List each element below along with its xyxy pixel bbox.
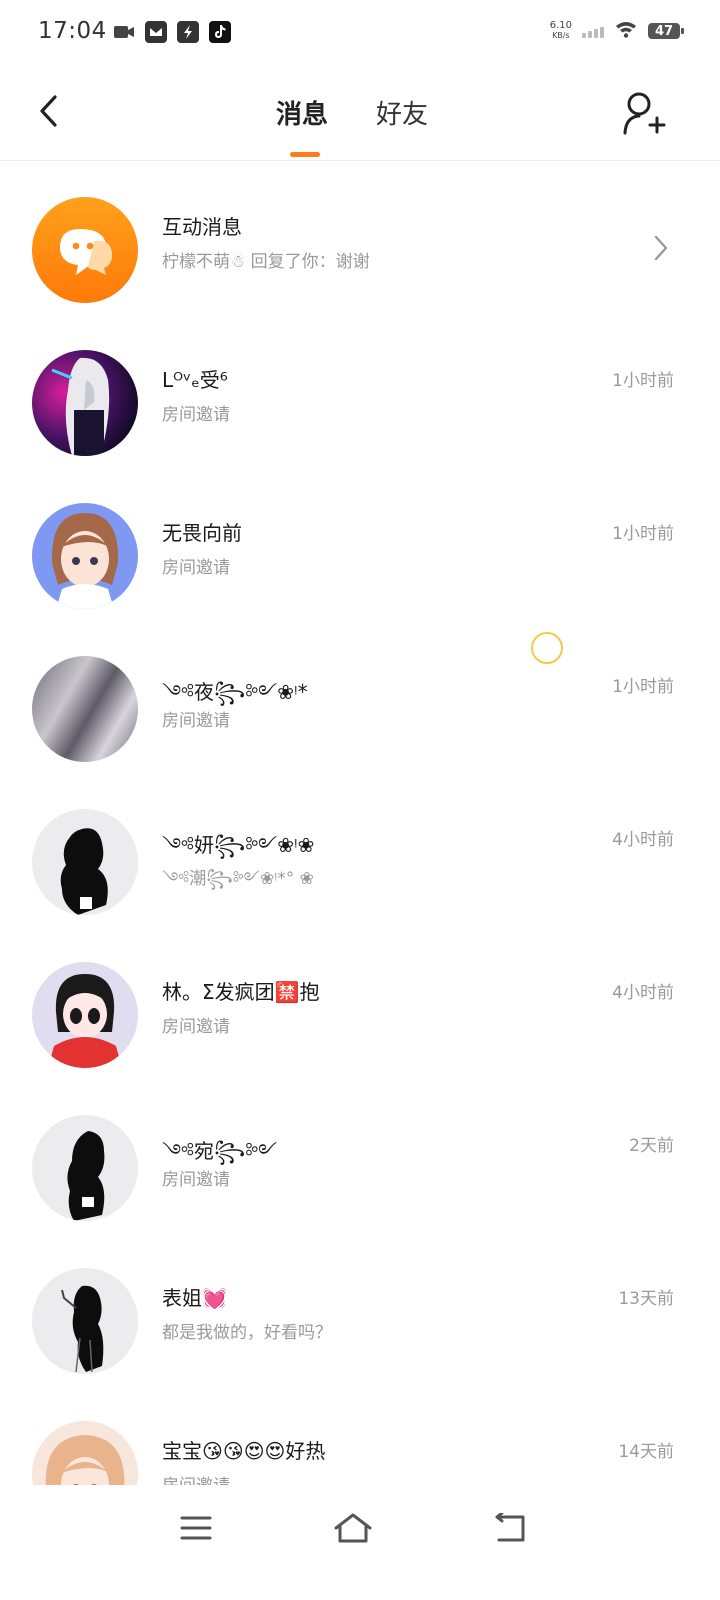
contact-name: Lᴼᵛₑ受⁶ (162, 368, 228, 392)
touch-indicator (531, 632, 563, 664)
avatar (32, 809, 138, 915)
contact-name: 表姐💓 (162, 1286, 227, 1310)
home-icon (334, 1513, 372, 1543)
avatar (32, 1115, 138, 1221)
battery-indicator: 47 (648, 23, 684, 39)
network-speed-value: 6.10 (549, 20, 572, 31)
contact-name: 互动消息 (162, 215, 242, 239)
list-item[interactable]: Lᴼᵛₑ受⁶ 房间邀请 1小时前 (0, 328, 720, 481)
list-item[interactable]: ༺夜꧂༻❀ᵎ* 房间邀请 1小时前 (0, 634, 720, 787)
flash-icon (177, 21, 199, 43)
tab-messages[interactable]: 消息 (276, 94, 328, 131)
list-item[interactable]: 表姐💓 都是我做的，好看吗？ 13天前 (0, 1246, 720, 1399)
interaction-icon (32, 197, 138, 303)
tab-friends[interactable]: 好友 (376, 94, 428, 131)
list-item[interactable]: 无畏向前 房间邀请 1小时前 (0, 481, 720, 634)
list-item-interaction-messages[interactable]: 互动消息 柠檬不萌☃ 回复了你：谢谢 (0, 175, 720, 328)
avatar (32, 350, 138, 456)
network-speed: 6.10 KB/s (550, 21, 572, 41)
message-list: 互动消息 柠檬不萌☃ 回复了你：谢谢 Lᴼᵛₑ受⁶ 房间邀请 1小时前 无畏向前… (0, 175, 720, 1485)
list-item[interactable]: ༺妍꧂༻❀ᵎ❀ ༺潮꧂༻❀ᵎ*° ❀ 4小时前 (0, 787, 720, 940)
avatar (32, 1421, 138, 1485)
signal-icon (582, 24, 604, 38)
message-time: 13天前 (618, 1289, 674, 1309)
chevron-left-icon (40, 95, 57, 127)
contact-name: 宝宝😘😘😍😍好热 (162, 1439, 326, 1463)
home-button[interactable] (323, 1506, 383, 1550)
message-preview: 柠檬不萌☃ 回复了你：谢谢 (162, 252, 370, 272)
status-app-icons (113, 21, 231, 43)
message-time: 4小时前 (612, 830, 674, 850)
list-item[interactable]: ༺宛꧂༻ 房间邀请 2天前 (0, 1093, 720, 1246)
menu-icon (180, 1516, 212, 1540)
message-preview: 房间邀请 (162, 405, 230, 425)
message-time: 1小时前 (612, 371, 674, 391)
active-tab-indicator (290, 152, 320, 157)
status-time: 17:04 (38, 18, 107, 44)
message-preview: 房间邀请 (162, 558, 230, 578)
avatar (32, 962, 138, 1068)
message-preview: 房间邀请 (162, 1170, 230, 1190)
avatar (32, 503, 138, 609)
contact-name: 无畏向前 (162, 521, 242, 545)
menu-button[interactable] (166, 1506, 226, 1550)
avatar (32, 656, 138, 762)
message-time: 14天前 (618, 1442, 674, 1462)
app-icon (145, 21, 167, 43)
back-button[interactable] (28, 86, 68, 136)
tiktok-icon (209, 21, 231, 43)
network-speed-unit: KB/s (552, 31, 570, 40)
message-time: 1小时前 (612, 524, 674, 544)
message-preview: 房间邀请 (162, 711, 230, 731)
avatar (32, 1268, 138, 1374)
message-time: 2天前 (629, 1136, 674, 1156)
wifi-icon (614, 20, 638, 42)
message-preview: 房间邀请 (162, 1017, 230, 1037)
status-right: 6.10 KB/s 47 (550, 20, 684, 42)
contact-name: 林。Σ发疯团🈲抱 (162, 980, 320, 1004)
add-friend-button[interactable] (618, 88, 670, 140)
list-item[interactable]: 林。Σ发疯团🈲抱 房间邀请 4小时前 (0, 940, 720, 1093)
back-nav-button[interactable] (480, 1506, 540, 1550)
message-time: 4小时前 (612, 983, 674, 1003)
message-preview: 房间邀请 (162, 1471, 230, 1485)
system-nav-bar (0, 1486, 720, 1600)
message-time: 1小时前 (612, 677, 674, 697)
message-preview: 都是我做的，好看吗？ (162, 1323, 332, 1343)
video-icon (113, 21, 135, 43)
add-user-icon (623, 92, 666, 135)
back-icon (495, 1513, 525, 1542)
list-item[interactable]: 宝宝😘😘😍😍好热 房间邀请 14天前 (0, 1399, 720, 1485)
status-bar: 17:04 6.10 KB/s 47 (0, 0, 720, 66)
chevron-right-icon (654, 235, 668, 265)
message-preview: ༺潮꧂༻❀ᵎ*° ❀ (162, 869, 314, 889)
header: 消息 好友 (0, 66, 720, 161)
